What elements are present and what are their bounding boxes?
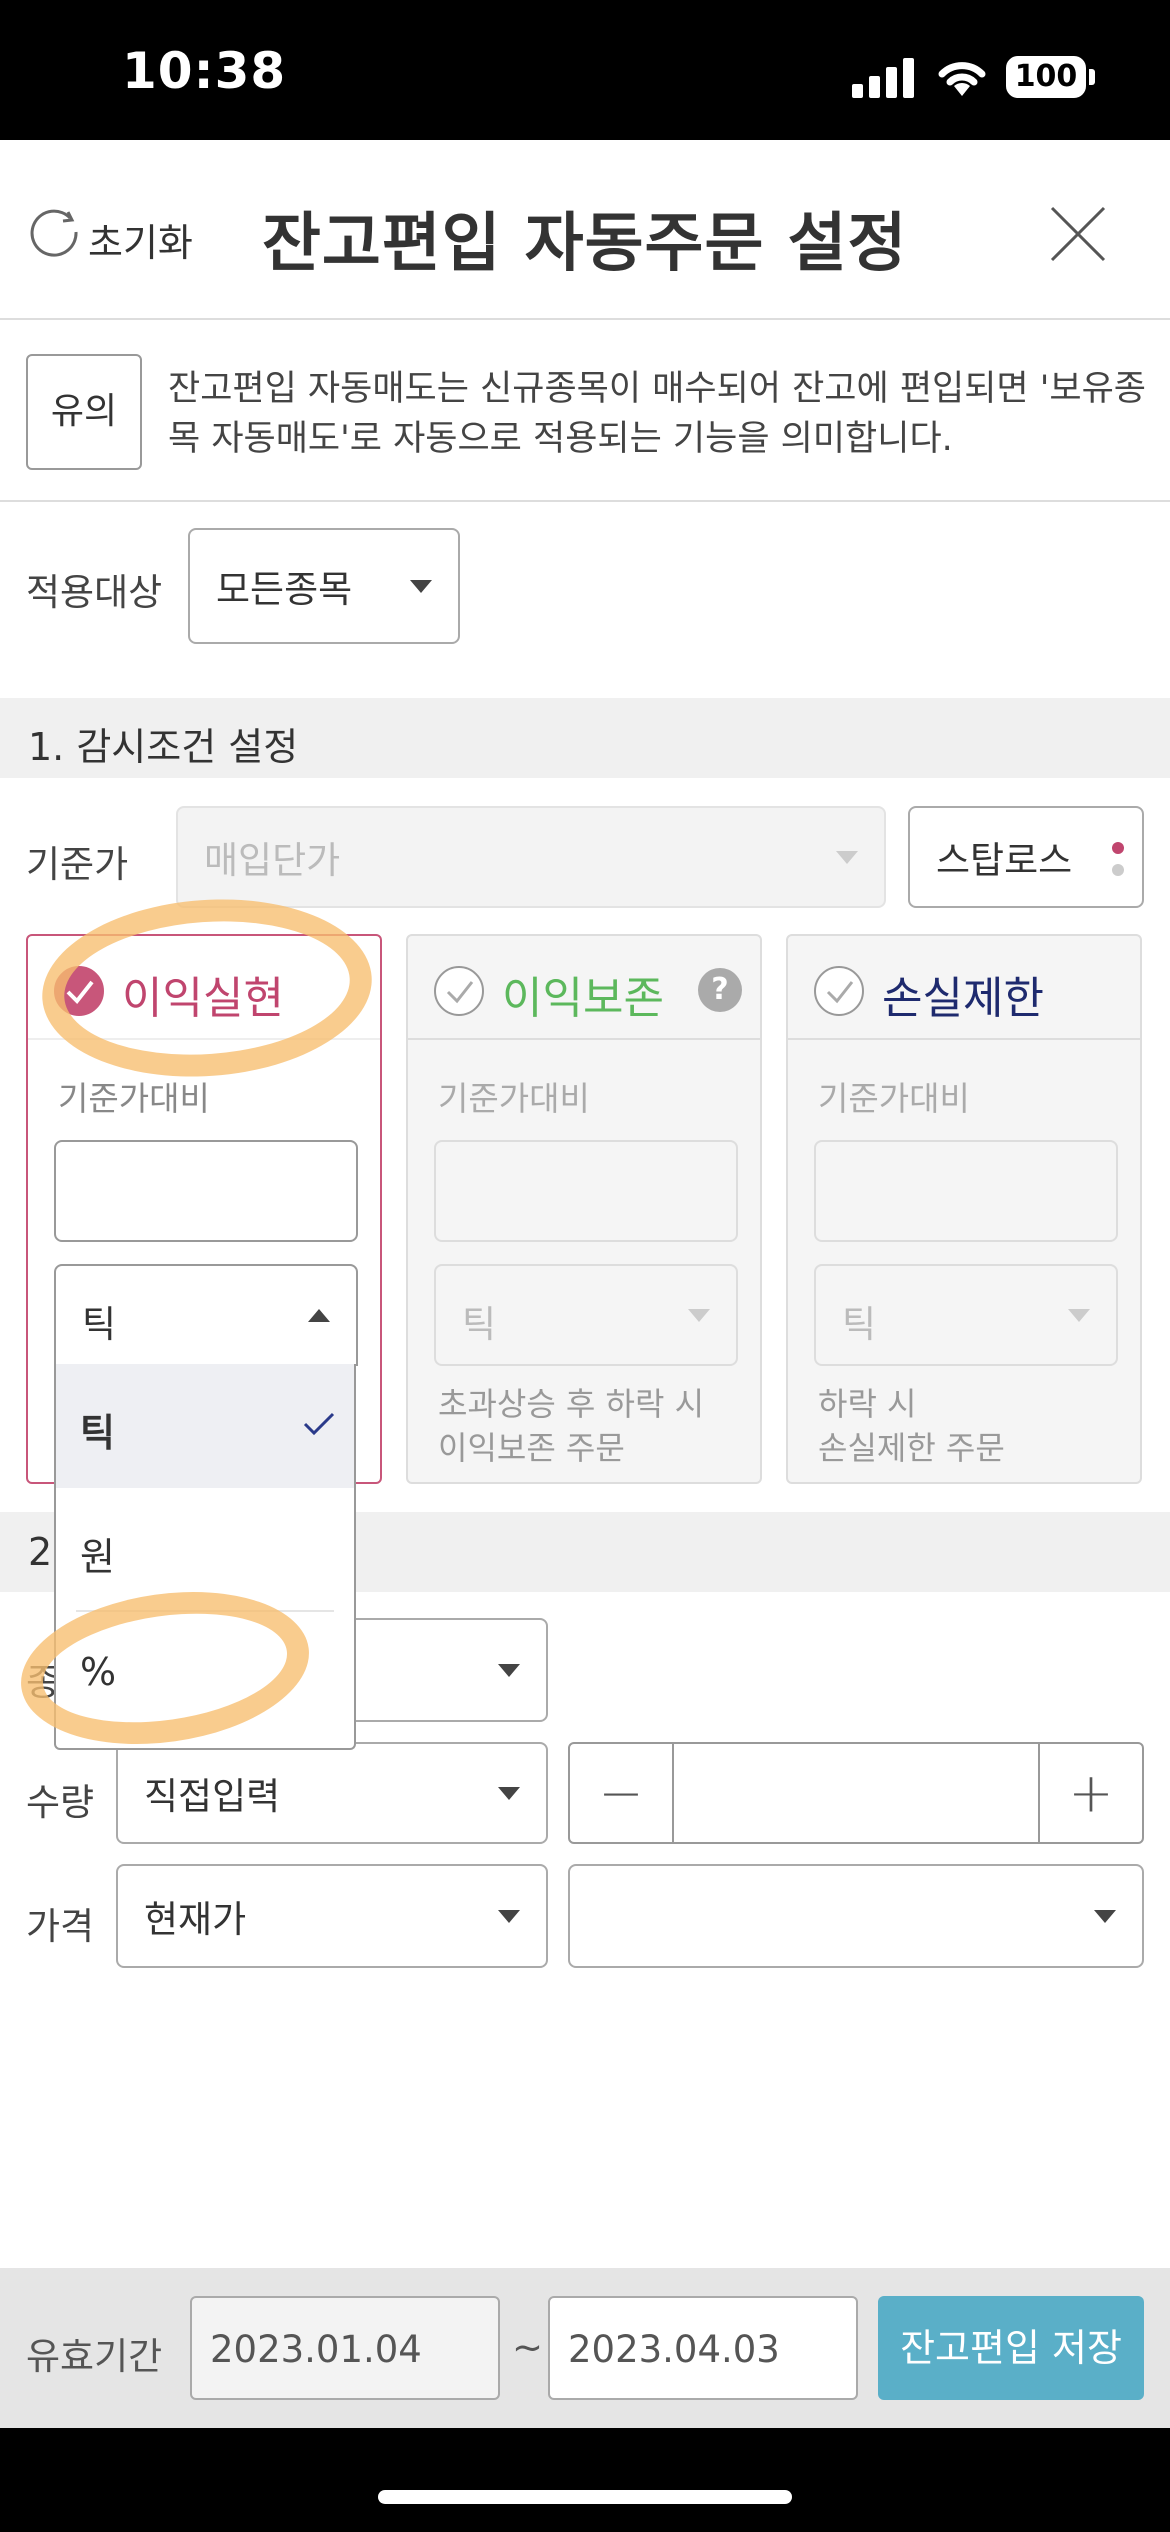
- card-header: 이익보존 ?: [408, 936, 760, 1040]
- stoploss-button[interactable]: 스탑로스: [908, 806, 1144, 908]
- quantity-label: 수량: [26, 1781, 95, 1824]
- quantity-select[interactable]: 직접입력: [116, 1742, 548, 1844]
- profit-value-input[interactable]: [54, 1140, 358, 1242]
- end-date-value: 2023.04.03: [568, 2328, 780, 2371]
- save-button[interactable]: 잔고편입 저장: [878, 2296, 1144, 2400]
- option-label: 틱: [80, 1411, 115, 1455]
- unit-select: 틱: [814, 1264, 1118, 1366]
- card-subtitle: 기준가대비: [818, 1079, 970, 1118]
- start-date-field[interactable]: 2023.01.04: [190, 2296, 500, 2400]
- target-value: 모든종목: [216, 568, 353, 611]
- wifi-icon: [934, 54, 990, 98]
- option-label: 원: [80, 1535, 115, 1579]
- start-date-value: 2023.01.04: [210, 2328, 422, 2371]
- chevron-down-icon: [688, 1309, 710, 1322]
- minus-button[interactable]: −: [570, 1744, 674, 1842]
- price-select[interactable]: 현재가: [116, 1864, 548, 1968]
- check-icon[interactable]: [814, 966, 864, 1016]
- preservation-value-input: [434, 1140, 738, 1242]
- target-label: 적용대상: [26, 571, 163, 614]
- battery-tip: [1089, 69, 1095, 85]
- chevron-down-icon: [1094, 1910, 1116, 1923]
- card-note: 하락 시 손실제한 주문: [818, 1382, 1005, 1470]
- divider: [0, 500, 1170, 502]
- dropdown-option-tick[interactable]: 틱: [56, 1364, 354, 1488]
- unit-value: 틱: [82, 1303, 117, 1346]
- card-title: 손실제한: [882, 973, 1044, 1024]
- dot-icon: [1112, 842, 1124, 854]
- card-note: 초과상승 후 하락 시 이익보존 주문: [438, 1382, 704, 1470]
- home-area: [0, 2428, 1170, 2532]
- card-note-line: 이익보존 주문: [438, 1429, 625, 1467]
- end-date-field[interactable]: 2023.04.03: [548, 2296, 858, 2400]
- notice-badge: 유의: [26, 354, 142, 470]
- card-note-line: 하락 시: [818, 1385, 917, 1423]
- page-title: 잔고편입 자동주문 설정: [262, 207, 908, 281]
- section-1-title: 1. 감시조건 설정: [28, 725, 299, 769]
- unit-value: 틱: [842, 1303, 877, 1346]
- signal-icon: [852, 58, 916, 98]
- check-icon: [303, 1412, 335, 1436]
- plus-button[interactable]: +: [1038, 1744, 1142, 1842]
- dot-icon: [1112, 864, 1124, 876]
- battery-icon: 100: [1006, 56, 1086, 98]
- minus-icon: −: [598, 1761, 644, 1825]
- card-note-line: 초과상승 후 하락 시: [438, 1385, 705, 1423]
- chevron-up-icon: [308, 1309, 330, 1322]
- card-profit-preservation[interactable]: 이익보존 ? 기준가대비 틱 초과상승 후 하락 시 이익보존 주문: [406, 934, 762, 1484]
- check-icon[interactable]: [434, 966, 484, 1016]
- quantity-value: 직접입력: [144, 1775, 281, 1818]
- unit-select: 틱: [434, 1264, 738, 1366]
- close-icon[interactable]: [1046, 202, 1110, 266]
- quantity-stepper[interactable]: − +: [568, 1742, 1144, 1844]
- notice-text: 잔고편입 자동매도는 신규종목이 매수되어 잔고에 편입되면 '보유종목 자동매…: [168, 369, 1146, 459]
- card-header: 이익실현: [28, 936, 380, 1040]
- home-indicator[interactable]: [378, 2490, 792, 2504]
- loss-value-input: [814, 1140, 1118, 1242]
- card-header: 손실제한: [788, 936, 1140, 1040]
- dropdown-option-percent[interactable]: %: [56, 1612, 354, 1736]
- option-label: %: [80, 1650, 117, 1694]
- dropdown-option-won[interactable]: 원: [56, 1488, 354, 1612]
- section-1-header: 1. 감시조건 설정: [0, 698, 1170, 778]
- target-select[interactable]: 모든종목: [188, 528, 460, 644]
- card-loss-limit[interactable]: 손실제한 기준가대비 틱 하락 시 손실제한 주문: [786, 934, 1142, 1484]
- base-price-label: 기준가: [26, 843, 129, 886]
- chevron-down-icon: [498, 1910, 520, 1923]
- card-subtitle: 기준가대비: [58, 1079, 210, 1118]
- chevron-down-icon: [836, 851, 858, 864]
- stoploss-label: 스탑로스: [936, 839, 1073, 882]
- card-title: 이익실현: [122, 973, 284, 1024]
- base-price-select: 매입단가: [176, 806, 886, 908]
- card-subtitle: 기준가대비: [438, 1079, 590, 1118]
- chevron-down-icon: [498, 1664, 520, 1677]
- date-separator: ~: [512, 2326, 544, 2369]
- valid-period-label: 유효기간: [26, 2335, 163, 2378]
- unit-value: 틱: [462, 1303, 497, 1346]
- chevron-down-icon: [498, 1787, 520, 1800]
- header: 초기화 잔고편입 자동주문 설정: [0, 140, 1170, 320]
- reset-button[interactable]: 초기화: [88, 212, 193, 267]
- unit-select[interactable]: 틱: [54, 1264, 358, 1366]
- price-value: 현재가: [144, 1898, 247, 1941]
- chevron-down-icon: [410, 580, 432, 593]
- base-price-value: 매입단가: [204, 839, 341, 882]
- price-label: 가격: [26, 1905, 95, 1948]
- plus-icon: +: [1068, 1761, 1114, 1825]
- help-icon[interactable]: ?: [698, 968, 742, 1012]
- chevron-down-icon: [1068, 1309, 1090, 1322]
- unit-dropdown: 틱 원 %: [54, 1364, 356, 1750]
- card-note-line: 손실제한 주문: [818, 1429, 1005, 1467]
- card-title: 이익보존: [502, 973, 664, 1024]
- price-type-select[interactable]: [568, 1864, 1144, 1968]
- status-time: 10:38: [122, 42, 287, 100]
- refresh-icon[interactable]: [30, 208, 82, 260]
- check-icon[interactable]: [54, 966, 104, 1016]
